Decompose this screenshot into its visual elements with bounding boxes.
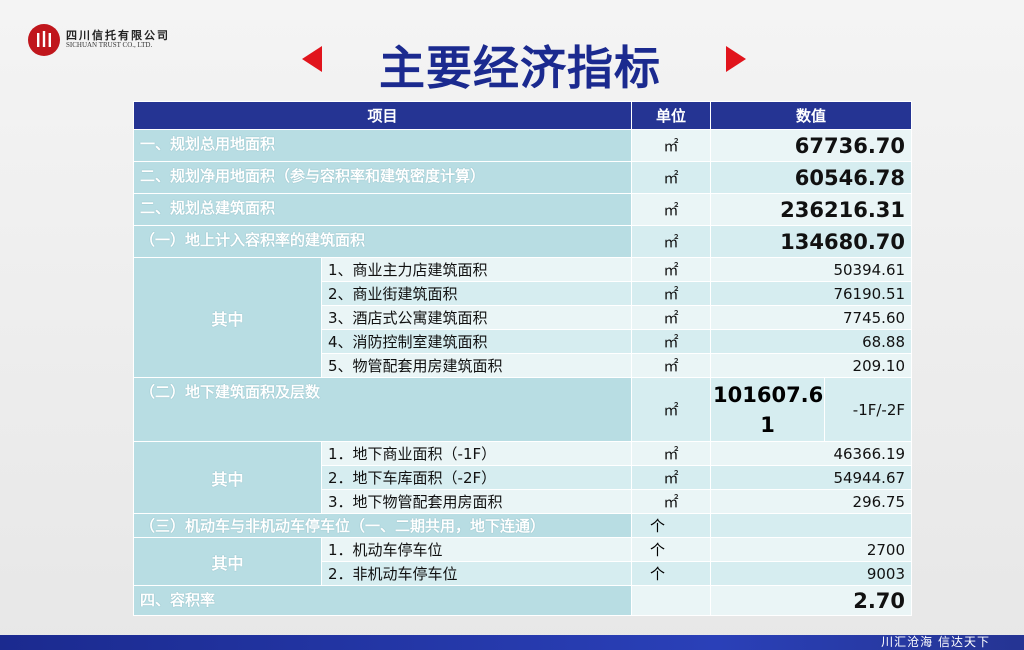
table-row: 其中 1．机动车停车位 个 2700 [133,537,913,586]
row-value: 2.70 [710,585,913,616]
row-unit: 个 [631,537,712,562]
row-floors: -1F/-2F [824,377,913,442]
row-value: 76190.51 [710,281,913,306]
group-label: 其中 [133,257,322,378]
row-unit: ㎡ [631,225,712,258]
table-row: （二）地下建筑面积及层数 ㎡ 101607.6 1 -1F/-2F [132,377,913,442]
sub-item-name: 1、商业主力店建筑面积 [320,257,633,282]
row-value: 68.88 [710,329,913,354]
sub-item-name: 4、消防控制室建筑面积 [320,329,633,354]
arrow-right-icon[interactable] [726,46,746,72]
logo-name-en: SICHUAN TRUST CO., LTD. [66,41,153,50]
logo-emblem-icon [28,24,60,56]
row-label: 一、规划总用地面积 [132,129,633,162]
row-unit: ㎡ [631,305,712,330]
row-value: 9003 [710,561,913,586]
row-value: 60546.78 [710,161,913,194]
row-label: （一）地上计入容积率的建筑面积 [132,225,633,258]
table-row: 二、规划净用地面积（参与容积率和建筑密度计算） ㎡ 60546.78 [132,161,913,194]
row-value: 209.10 [710,353,913,378]
sub-item-name: 1．地下商业面积（-1F） [320,441,633,466]
row-unit: ㎡ [631,489,712,514]
row-value: 101607.6 1 [710,377,826,442]
row-unit: ㎡ [631,281,712,306]
table-row: 一、规划总用地面积 ㎡ 67736.70 [132,129,913,162]
row-unit: 个 [631,561,712,586]
row-value: 236216.31 [710,193,913,226]
row-value: 54944.67 [710,465,913,490]
footer-slogan: 川汇沧海 信达天下 [881,635,990,649]
row-unit: ㎡ [631,329,712,354]
row-label: 二、规划总建筑面积 [132,193,633,226]
sub-item-name: 2、商业街建筑面积 [320,281,633,306]
table-row: （三）机动车与非机动车停车位（一、二期共用，地下连通） 个 [132,513,913,538]
underground-area-line1: 101607.6 [713,382,824,407]
row-unit-empty [631,585,712,616]
sub-item-name: 1．机动车停车位 [320,537,633,562]
table-row: 其中 1．地下商业面积（-1F） ㎡ 46366.19 [133,441,913,514]
header-item: 项目 [132,101,633,130]
row-label: 二、规划净用地面积（参与容积率和建筑密度计算） [132,161,633,194]
row-unit: 个 [631,513,712,538]
row-value: 296.75 [710,489,913,514]
row-unit: ㎡ [631,257,712,282]
row-value: 50394.61 [710,257,913,282]
header-value: 数值 [710,101,913,130]
row-value: 67736.70 [710,129,913,162]
sub-item-name: 2．地下车库面积（-2F） [320,465,633,490]
row-unit: ㎡ [631,353,712,378]
table-row: 四、容积率 2.70 [132,585,913,616]
group-label: 其中 [133,441,322,514]
row-unit: ㎡ [631,129,712,162]
sub-item-name: 3．地下物管配套用房面积 [320,489,633,514]
row-label: 四、容积率 [132,585,633,616]
sub-item-name: 2．非机动车停车位 [320,561,633,586]
sub-item-name: 5、物管配套用房建筑面积 [320,353,633,378]
economic-indicators-table: 项目 单位 数值 一、规划总用地面积 ㎡ 67736.70 二、规划净用地面积（… [132,101,913,616]
table-row: 其中 1、商业主力店建筑面积 ㎡ 50394.61 [133,257,913,378]
header-unit: 单位 [631,101,712,130]
row-unit: ㎡ [631,465,712,490]
page-title: 主要经济指标 [379,41,661,95]
row-value: 134680.70 [710,225,913,258]
row-value: 7745.60 [710,305,913,330]
row-unit: ㎡ [631,377,712,442]
table-header-row: 项目 单位 数值 [132,101,913,130]
row-value: 46366.19 [710,441,913,466]
row-value: 2700 [710,537,913,562]
row-value-empty [710,513,913,538]
table-row: 二、规划总建筑面积 ㎡ 236216.31 [132,193,913,226]
title-area: 主要经济指标 [290,28,750,95]
row-unit: ㎡ [631,193,712,226]
row-label: （二）地下建筑面积及层数 [132,377,633,442]
sub-item-name: 3、酒店式公寓建筑面积 [320,305,633,330]
row-label: （三）机动车与非机动车停车位（一、二期共用，地下连通） [132,513,633,538]
company-logo: 四川信托有限公司 SICHUAN TRUST CO., LTD. [28,24,170,56]
footer-bar [0,635,1024,650]
table-row: （一）地上计入容积率的建筑面积 ㎡ 134680.70 [132,225,913,258]
group-label: 其中 [133,537,322,586]
underground-area-line2: 1 [760,412,775,437]
row-unit: ㎡ [631,441,712,466]
row-unit: ㎡ [631,161,712,194]
